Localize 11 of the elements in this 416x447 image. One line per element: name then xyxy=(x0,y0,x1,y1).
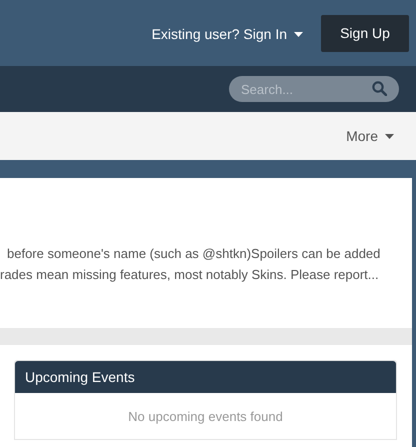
search-field[interactable]: Search... xyxy=(229,76,399,102)
more-menu[interactable]: More xyxy=(346,128,394,144)
caret-icon xyxy=(294,32,303,36)
caret-icon xyxy=(385,134,394,138)
widget-title: Upcoming Events xyxy=(15,361,396,393)
search-icon[interactable] xyxy=(372,81,387,96)
sign-in-link[interactable]: Existing user? Sign In xyxy=(152,26,303,42)
empty-message: No upcoming events found xyxy=(127,408,284,426)
sign-up-button[interactable]: Sign Up xyxy=(321,14,409,52)
announcement-text: rades mean missing features, most notably Skins. Please report... xyxy=(0,266,380,284)
announcement-text: before someone's name (such as @shtkn)Spoilers can be added xyxy=(6,245,382,263)
